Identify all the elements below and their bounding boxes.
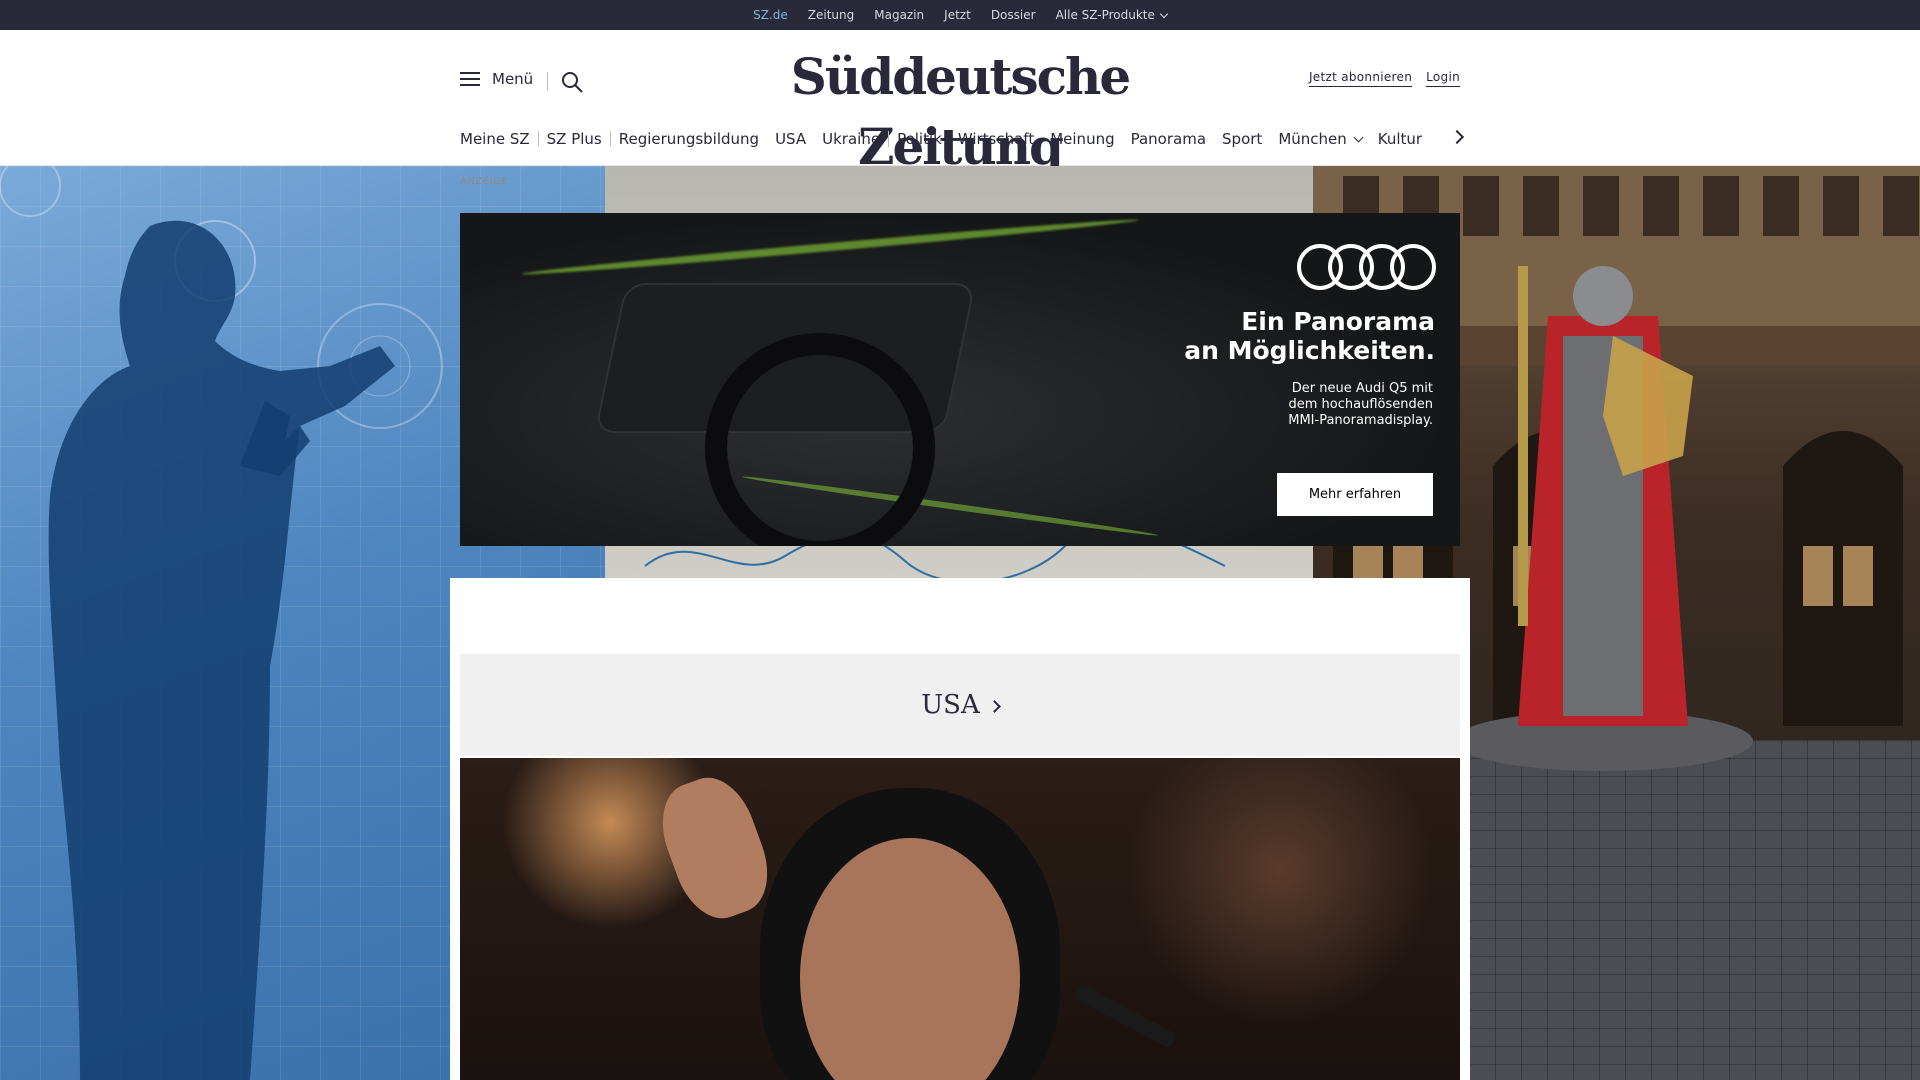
ad-headline: Ein Panorama an Möglichkeiten. bbox=[1184, 307, 1435, 365]
nav-item-panorama[interactable]: Panorama bbox=[1123, 130, 1214, 148]
nav-item-regierungsbildung[interactable]: Regierungsbildung bbox=[611, 130, 767, 148]
topbar-link-zeitung[interactable]: Zeitung bbox=[808, 8, 854, 22]
ad-cta-button[interactable]: Mehr erfahren bbox=[1277, 473, 1433, 516]
nav-item-label: München bbox=[1278, 130, 1347, 148]
nav-item-kultur[interactable]: Kultur bbox=[1370, 130, 1430, 148]
ad-subtext-line: Der neue Audi Q5 mit bbox=[1291, 381, 1433, 396]
ad-subtext-line: dem hochauflösenden bbox=[1288, 397, 1433, 412]
ad-banner[interactable]: Ein Panorama an Möglichkeiten. Der neue … bbox=[460, 213, 1460, 546]
account-links: Jetzt abonnieren Login bbox=[1308, 70, 1460, 87]
nav-item-wirtschaft[interactable]: Wirtschaft bbox=[950, 130, 1042, 148]
login-link[interactable]: Login bbox=[1426, 70, 1460, 87]
nav-item-sport[interactable]: Sport bbox=[1214, 130, 1270, 148]
nav-item-ukraine[interactable]: Ukraine bbox=[814, 130, 888, 148]
menu-label: Menü bbox=[492, 70, 534, 88]
ad-headline-line: Ein Panorama bbox=[1241, 307, 1435, 336]
section-header-usa[interactable]: USA bbox=[460, 654, 1460, 756]
chevron-down-icon bbox=[1159, 9, 1169, 19]
nav-item-muenchen[interactable]: München bbox=[1270, 130, 1369, 148]
nav-item-sz-plus[interactable]: SZ Plus bbox=[539, 130, 610, 148]
topbar-link-jetzt[interactable]: Jetzt bbox=[944, 8, 971, 22]
nav-item-usa[interactable]: USA bbox=[767, 130, 814, 148]
chevron-right-icon[interactable] bbox=[1449, 129, 1465, 145]
topbar-link-magazin[interactable]: Magazin bbox=[874, 8, 924, 22]
site-header: Menü Süddeutsche Zeitung Jetzt abonniere… bbox=[0, 30, 1920, 176]
ad-headline-line: an Möglichkeiten. bbox=[1184, 336, 1435, 365]
content-column: USA bbox=[450, 578, 1470, 1080]
subscribe-link[interactable]: Jetzt abonnieren bbox=[1308, 70, 1413, 87]
top-bar: SZ.de Zeitung Magazin Jetzt Dossier Alle… bbox=[0, 0, 1920, 30]
ad-subtext: Der neue Audi Q5 mit dem hochauflösenden… bbox=[1203, 381, 1433, 429]
ad-label: ANZEIGE bbox=[460, 176, 509, 187]
main-nav: Meine SZ SZ Plus Regierungsbildung USA U… bbox=[460, 127, 1430, 151]
menu-button[interactable]: Menü bbox=[460, 70, 533, 88]
ad-subtext-line: MMI-Panoramadisplay. bbox=[1288, 413, 1433, 428]
hamburger-icon bbox=[460, 72, 480, 86]
nav-item-politik[interactable]: Politik bbox=[889, 130, 950, 148]
steering-wheel bbox=[705, 333, 935, 546]
teaser-image[interactable] bbox=[460, 758, 1460, 1080]
chevron-right-icon bbox=[987, 699, 1001, 713]
topbar-link-sz-de[interactable]: SZ.de bbox=[753, 8, 788, 26]
topbar-link-dossier[interactable]: Dossier bbox=[991, 8, 1036, 22]
products-label: Alle SZ-Produkte bbox=[1055, 8, 1155, 22]
section-title: USA bbox=[921, 690, 980, 720]
divider bbox=[547, 72, 548, 90]
chevron-down-icon bbox=[1353, 132, 1364, 143]
site-logo[interactable]: Süddeutsche Zeitung bbox=[720, 42, 1200, 176]
microphone bbox=[1072, 983, 1178, 1049]
audi-rings-logo bbox=[1297, 244, 1436, 290]
nav-item-meinung[interactable]: Meinung bbox=[1042, 130, 1122, 148]
ambient-light bbox=[520, 215, 1140, 279]
nav-item-meine-sz[interactable]: Meine SZ bbox=[460, 130, 538, 148]
topbar-products-dropdown[interactable]: Alle SZ-Produkte bbox=[1055, 8, 1169, 22]
search-icon[interactable] bbox=[560, 70, 584, 94]
